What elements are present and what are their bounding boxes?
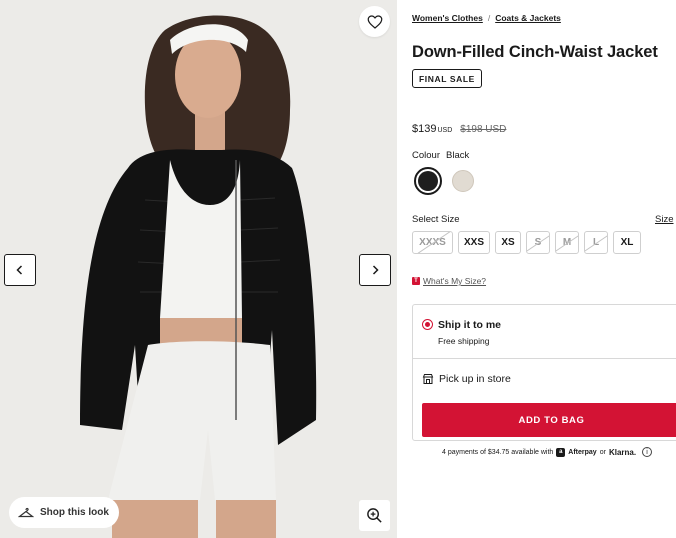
ship-it-to-me-title: Ship it to me (438, 319, 501, 331)
add-to-bag-button[interactable]: ADD TO BAG (422, 403, 676, 437)
wishlist-button[interactable] (359, 6, 390, 37)
breadcrumb-womens-clothes[interactable]: Women's Clothes (412, 13, 483, 23)
product-image-gallery: Shop this look (0, 0, 397, 538)
product-photo (0, 0, 397, 538)
product-details-panel: Women's Clothes / Coats & Jackets Down-F… (412, 0, 676, 538)
size-guide-link[interactable]: Size (655, 214, 673, 225)
next-image-button[interactable] (359, 254, 391, 286)
ship-it-to-me-option[interactable]: Ship it to me Free shipping (413, 305, 676, 359)
heart-icon (367, 14, 382, 29)
size-options: XXXS XXS XS S M L XL (412, 231, 641, 254)
breadcrumb-separator: / (487, 13, 491, 23)
breadcrumb: Women's Clothes / Coats & Jackets (412, 13, 561, 23)
selected-colour-name: Black (446, 150, 470, 161)
true-fit-icon: T (412, 277, 420, 285)
size-option-xl[interactable]: XL (613, 231, 641, 254)
whats-my-size-link[interactable]: T What's My Size? (412, 276, 486, 286)
store-icon (422, 374, 434, 384)
free-shipping-text: Free shipping (438, 336, 490, 346)
size-option-xs[interactable]: XS (495, 231, 521, 254)
price: $139USD $198 USD (412, 119, 506, 137)
product-title: Down-Filled Cinch-Waist Jacket (412, 43, 658, 61)
colour-label-text: Colour (412, 150, 440, 161)
afterpay-label: Afterpay (568, 448, 597, 456)
current-price: $139USD (412, 119, 452, 137)
colour-swatch-bone[interactable] (449, 167, 477, 195)
ship-radio-selected[interactable] (422, 319, 433, 330)
whats-my-size-label: What's My Size? (423, 276, 487, 286)
current-price-amount: $139 (412, 123, 437, 135)
colour-label: Colour Black (412, 150, 469, 161)
radio-dot (425, 322, 430, 327)
pick-up-in-store-option[interactable]: Pick up in store (422, 373, 511, 385)
installment-payments-line: 4 payments of $34.75 available with a Af… (442, 447, 653, 457)
size-option-xxs[interactable]: XXS (458, 231, 490, 254)
pick-up-in-store-label: Pick up in store (439, 373, 511, 385)
installment-text: 4 payments of $34.75 available with (442, 448, 554, 456)
size-option-s[interactable]: S (526, 231, 550, 254)
chevron-right-icon (372, 265, 379, 275)
klarna-logo: Klarna. (608, 447, 637, 457)
previous-image-button[interactable] (4, 254, 36, 286)
size-option-xxxs[interactable]: XXXS (412, 231, 453, 254)
fulfilment-options: Ship it to me Free shipping Pick up in s… (412, 304, 676, 441)
shop-this-look-label: Shop this look (40, 507, 109, 518)
size-option-m[interactable]: M (555, 231, 579, 254)
swatch-bone-fill (452, 170, 474, 192)
info-icon[interactable]: i (642, 447, 653, 457)
payments-or-text: or (599, 448, 606, 456)
breadcrumb-coats-jackets[interactable]: Coats & Jackets (495, 13, 561, 23)
select-size-label: Select Size (412, 214, 460, 225)
size-option-l[interactable]: L (584, 231, 608, 254)
final-sale-badge: FINAL SALE (412, 69, 482, 88)
zoom-in-icon (367, 508, 382, 523)
original-price: $198 USD (460, 124, 507, 135)
afterpay-icon: a (556, 447, 566, 457)
colour-swatch-black[interactable] (414, 167, 442, 195)
shop-this-look-button[interactable]: Shop this look (9, 497, 119, 528)
hanger-icon (18, 507, 34, 517)
current-price-currency: USD (437, 127, 453, 134)
chevron-left-icon (16, 265, 23, 275)
swatch-black-fill (418, 171, 438, 191)
zoom-button[interactable] (359, 500, 390, 531)
